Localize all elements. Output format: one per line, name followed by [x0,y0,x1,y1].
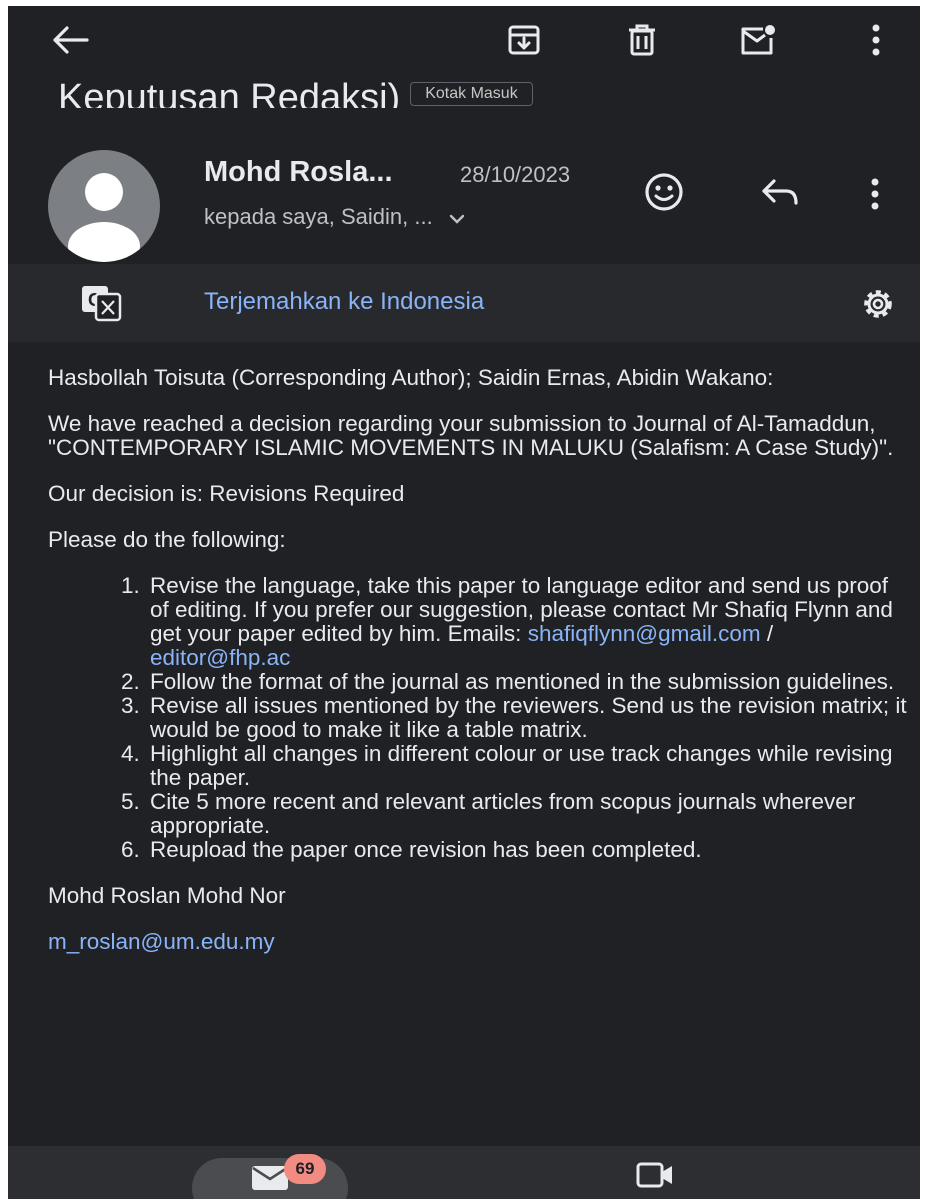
trash-icon [629,24,655,56]
inbox-label-chip[interactable]: Kotak Masuk [410,82,533,106]
signature-email-link[interactable]: m_roslan@um.edu.my [48,930,908,954]
subject-text: Keputusan Redaksi) [58,77,401,108]
message-header: Mohd Rosla... 28/10/2023 kepada saya, Sa… [8,116,920,266]
more-options-button[interactable] [854,18,898,62]
gear-icon [864,290,892,318]
email-screen: Keputusan Redaksi) Kotak Masuk Mohd Rosla… [8,6,920,1199]
translate-settings-button[interactable] [858,284,898,329]
video-icon [636,1162,672,1188]
meet-tab[interactable] [636,1160,674,1193]
list-item: Revise the language, take this paper to … [146,574,908,670]
email-link-editor[interactable]: editor@fhp.ac [150,645,290,670]
signature: Mohd Roslan Mohd Nor [48,883,286,908]
back-button[interactable] [48,18,92,62]
avatar[interactable] [48,150,160,262]
list-item: Reupload the paper once revision has bee… [146,838,908,862]
reply-icon [762,179,798,205]
message-date: 28/10/2023 [460,162,571,187]
message-more-button[interactable] [860,174,890,214]
person-icon [68,173,140,262]
unread-count-badge: 69 [284,1154,326,1184]
email-subject: Keputusan Redaksi) Kotak Masuk [58,68,533,108]
email-body: Hasbollah Toisuta (Corresponding Author)… [48,366,908,976]
emoji-reaction-button[interactable] [640,168,688,216]
recipients-text: kepada saya, Saidin, ... [204,204,433,229]
email-link-shafiq[interactable]: shafiqflynn@gmail.com [528,621,761,646]
chevron-down-icon [449,204,465,230]
translate-link[interactable]: Terjemahkan ke Indonesia [204,288,484,316]
more-vert-icon [871,178,879,210]
list-item: Follow the format of the journal as ment… [146,670,908,694]
sender-name[interactable]: Mohd Rosla... [204,156,393,189]
list-item: Highlight all changes in different colou… [146,742,908,790]
intro-paragraph: We have reached a decision regarding you… [48,411,894,460]
list-item: Cite 5 more recent and relevant articles… [146,790,908,838]
email-separator: / [760,621,774,646]
mark-unread-button[interactable] [736,18,780,62]
top-app-bar [8,6,920,76]
salutation: Hasbollah Toisuta (Corresponding Author)… [48,365,774,390]
translate-icon: G [80,284,124,327]
list-item: Revise all issues mentioned by the revie… [146,694,908,742]
more-vert-icon [872,24,880,56]
recipients-toggle[interactable]: kepada saya, Saidin, ... [204,204,465,230]
delete-button[interactable] [620,18,664,62]
bottom-navigation: 69 [8,1146,920,1199]
archive-icon [508,25,540,55]
reply-button[interactable] [756,168,804,216]
translate-bar: G Terjemahkan ke Indonesia [8,264,920,342]
mark-unread-icon [741,25,775,55]
arrow-left-icon [53,26,89,54]
item-text: Revise the language, take this paper to … [150,573,893,646]
instruction-line: Please do the following: [48,527,286,552]
emoji-icon [645,173,683,211]
revision-list: Revise the language, take this paper to … [48,574,908,862]
decision-line: Our decision is: Revisions Required [48,481,405,506]
archive-button[interactable] [502,18,546,62]
